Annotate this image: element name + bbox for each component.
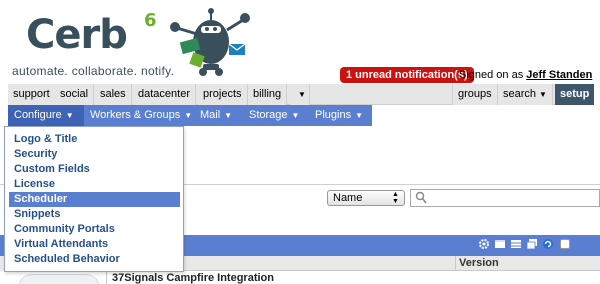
tab-more-menu[interactable]: ▼ [290, 84, 310, 105]
menu-mail-label: Mail [200, 109, 221, 121]
column-header-version[interactable]: Version [459, 257, 499, 269]
search-field-value: Name [333, 192, 363, 204]
table-icon[interactable] [510, 238, 522, 250]
select-all-checkbox[interactable] [560, 239, 570, 249]
robot-logo-icon [170, 8, 250, 76]
menu-workers-groups[interactable]: Workers & Groups ▼ [84, 105, 198, 126]
tab-setup[interactable]: setup [555, 84, 594, 105]
copy-icon[interactable] [526, 238, 538, 250]
logo-version: 6 [144, 10, 157, 31]
tab-search-label: search [503, 88, 537, 100]
tab-projects[interactable]: projects [198, 84, 248, 105]
menu-item-snippets[interactable]: Snippets [9, 207, 180, 222]
menu-configure[interactable]: Configure ▼ [8, 105, 84, 126]
columns-icon[interactable] [494, 238, 506, 250]
menu-item-scheduler[interactable]: Scheduler [9, 192, 180, 207]
divider [184, 184, 600, 185]
tab-groups[interactable]: groups [452, 84, 498, 105]
menu-storage-label: Storage [249, 109, 288, 121]
chevron-down-icon: ▼ [355, 111, 363, 120]
menu-item-license[interactable]: License [9, 177, 180, 192]
search-icon [415, 191, 427, 204]
logo-tagline: automate. collaborate. notify. [12, 64, 175, 78]
search-input[interactable] [410, 189, 600, 207]
plugin-thumbnail [18, 274, 100, 284]
refresh-icon[interactable] [542, 238, 554, 250]
chevron-down-icon: ▼ [65, 111, 74, 120]
chevron-down-icon: ▼ [291, 111, 300, 120]
logo-wordmark: Cerb [26, 12, 128, 58]
tab-datacenter[interactable]: datacenter [133, 84, 196, 105]
menu-item-virtual-attendants[interactable]: Virtual Attendants [9, 237, 180, 252]
search-field-select[interactable]: Name ▲ ▼ [327, 190, 405, 206]
menu-configure-label: Configure [14, 109, 62, 121]
user-menu-link[interactable]: Jeff Standen [526, 69, 592, 81]
menu-plugins[interactable]: Plugins ▼ [309, 105, 369, 126]
menu-storage[interactable]: Storage ▼ [243, 105, 305, 126]
menu-item-logo-title[interactable]: Logo & Title [9, 132, 180, 147]
configure-dropdown-menu: Logo & Title Security Custom Fields Lice… [4, 126, 184, 272]
gear-icon[interactable] [478, 238, 490, 250]
menu-item-security[interactable]: Security [9, 147, 180, 162]
chevron-down-icon: ▼ [224, 111, 233, 120]
menu-item-scheduled-behavior[interactable]: Scheduled Behavior [9, 252, 180, 267]
worklist-column-header [184, 256, 600, 271]
tab-support[interactable]: support [8, 84, 56, 105]
unread-notifications-badge[interactable]: 1 unread notification(s) [340, 67, 474, 83]
plugin-name-link[interactable]: 37Signals Campfire Integration [112, 272, 274, 284]
menu-item-community-portals[interactable]: Community Portals [9, 222, 180, 237]
tab-sales[interactable]: sales [95, 84, 132, 105]
menu-item-custom-fields[interactable]: Custom Fields [9, 162, 180, 177]
cerb-logo[interactable]: Cerb 6 automate. collaborate. notify. [12, 6, 252, 78]
chevron-down-icon: ▼ [539, 90, 547, 99]
tab-search[interactable]: search ▼ [498, 84, 553, 105]
tab-billing[interactable]: billing [248, 84, 288, 105]
chevron-down-icon: ▼ [298, 90, 306, 99]
chevron-down-icon: ▼ [184, 111, 193, 120]
menu-plugins-label: Plugins [315, 109, 352, 121]
tab-social[interactable]: social [55, 84, 95, 105]
column-divider [455, 256, 456, 271]
signed-in-label: Signed on as [459, 69, 524, 81]
menu-mail[interactable]: Mail ▼ [194, 105, 238, 126]
menu-workers-label: Workers & Groups [90, 109, 181, 121]
select-arrows-icon: ▲ ▼ [392, 191, 399, 205]
